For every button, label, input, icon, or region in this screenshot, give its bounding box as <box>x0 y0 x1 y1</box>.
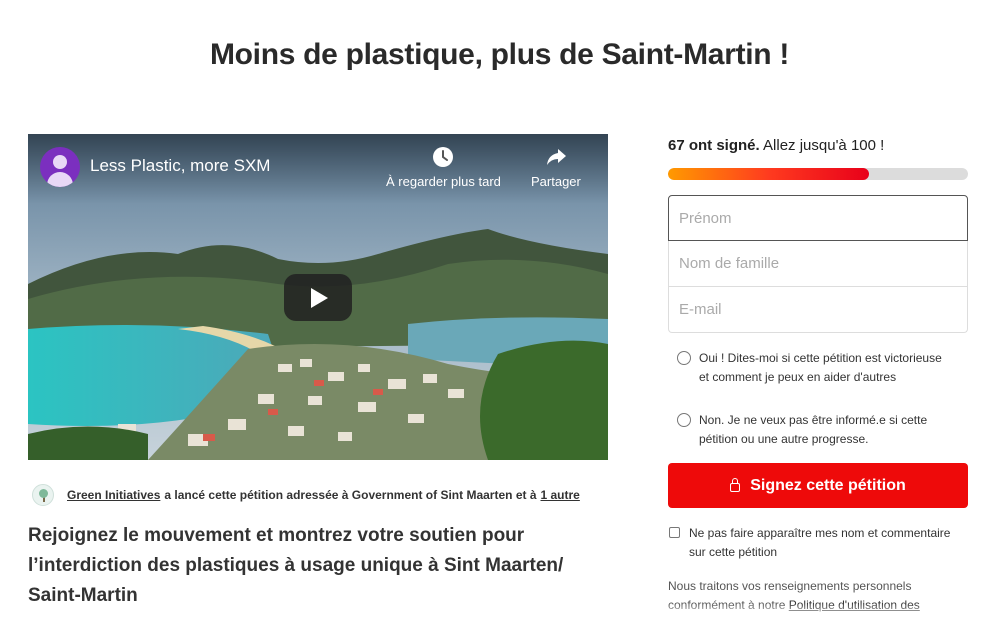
email-field[interactable] <box>668 287 968 333</box>
signature-count: 67 ont signé. Allez jusqu'à 100 ! <box>668 137 884 154</box>
signature-goal: Allez jusqu'à 100 ! <box>763 137 885 154</box>
last-name-field[interactable] <box>668 241 968 287</box>
other-recipients-link[interactable]: 1 autre <box>541 488 580 502</box>
play-button[interactable] <box>284 274 352 321</box>
signer-fields <box>668 195 968 333</box>
hide-name-label: Ne pas faire apparaître mes nom et comme… <box>689 526 951 559</box>
starter-text: a lancé cette pétition adressée à Govern… <box>164 488 537 502</box>
updates-yes-label: Oui ! Dites-moi si cette pétition est vi… <box>699 351 942 384</box>
updates-yes-radio[interactable] <box>677 351 691 365</box>
updates-no-radio[interactable] <box>677 413 691 427</box>
petition-subtitle: Rejoignez le mouvement et montrez votre … <box>28 525 564 606</box>
updates-yes-option[interactable]: Oui ! Dites-moi si cette pétition est vi… <box>677 349 947 387</box>
video-player[interactable]: Less Plastic, more SXM À regarder plus t… <box>28 134 608 460</box>
lock-icon <box>730 478 741 492</box>
signature-progress-fill <box>668 168 869 180</box>
updates-no-label: Non. Je ne veux pas être informé.e si ce… <box>699 413 928 446</box>
clock-icon <box>433 147 454 167</box>
share-icon <box>546 149 566 165</box>
signature-progress-bar <box>668 168 968 180</box>
sign-petition-button[interactable]: Signez cette pétition <box>668 463 968 508</box>
org-logo-icon <box>32 484 54 506</box>
watch-later-label: À regarder plus tard <box>386 174 501 189</box>
bottom-fade <box>0 603 999 618</box>
updates-no-option[interactable]: Non. Je ne veux pas être informé.e si ce… <box>677 411 947 449</box>
first-name-field[interactable] <box>668 195 968 241</box>
sign-petition-label: Signez cette pétition <box>750 476 906 494</box>
org-link[interactable]: Green Initiatives <box>67 488 160 502</box>
share-button[interactable]: Partager <box>531 146 581 189</box>
watch-later-button[interactable]: À regarder plus tard <box>386 146 501 189</box>
page-title: Moins de plastique, plus de Saint-Martin… <box>209 38 790 71</box>
hide-name-checkbox[interactable] <box>669 527 680 538</box>
hide-name-option[interactable]: Ne pas faire apparaître mes nom et comme… <box>669 524 969 562</box>
share-label: Partager <box>531 174 581 189</box>
signature-count-value: 67 ont signé. <box>668 137 760 154</box>
video-title[interactable]: Less Plastic, more SXM <box>90 156 270 176</box>
petition-starter-line: Green Initiatives a lancé cette pétition… <box>32 484 580 506</box>
channel-avatar[interactable] <box>40 147 80 187</box>
